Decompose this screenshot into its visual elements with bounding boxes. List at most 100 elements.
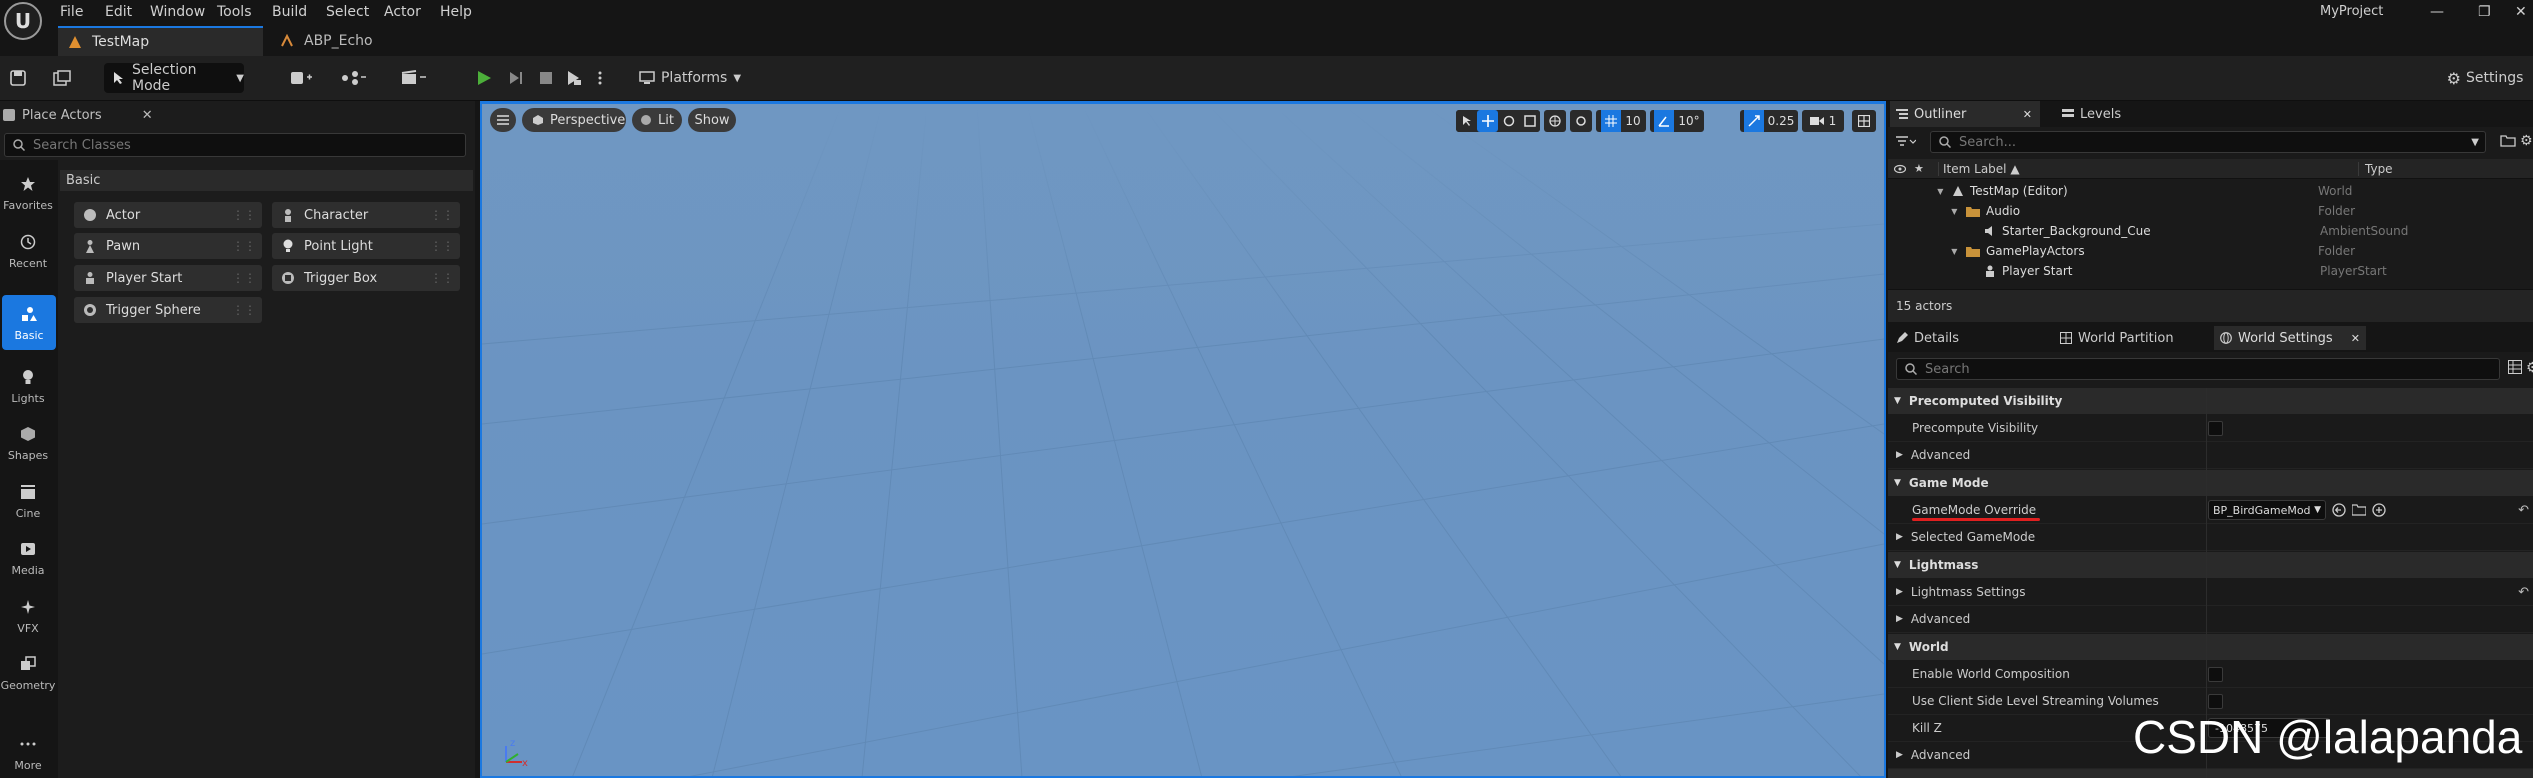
reset-to-default-icon[interactable]: ↶ bbox=[2518, 503, 2529, 518]
perspective-dropdown[interactable]: Perspective bbox=[522, 108, 626, 132]
actor-item-pawn[interactable]: Pawn ⋮⋮ bbox=[74, 233, 262, 259]
menu-file[interactable]: File bbox=[60, 2, 83, 22]
menu-build[interactable]: Build bbox=[272, 2, 307, 22]
menu-actor[interactable]: Actor bbox=[384, 2, 421, 22]
details-search-input[interactable]: Search bbox=[1896, 358, 2500, 380]
tree-row-player-start[interactable]: Player Start PlayerStart bbox=[1888, 261, 2533, 281]
minimize-button[interactable]: — bbox=[2430, 2, 2444, 22]
menu-edit[interactable]: Edit bbox=[105, 2, 132, 22]
browse-folder-icon[interactable] bbox=[2352, 504, 2366, 516]
category-shapes[interactable]: Shapes bbox=[0, 415, 56, 470]
tree-row-gameplayactors[interactable]: ▼ GamePlayActors Folder bbox=[1888, 241, 2533, 261]
actor-item-actor[interactable]: Actor ⋮⋮ bbox=[74, 202, 262, 228]
precompute-visibility-checkbox[interactable] bbox=[2208, 420, 2223, 436]
expand-arrow-icon[interactable]: ▼ bbox=[1888, 187, 1946, 196]
tab-world-settings[interactable]: World Settings ✕ bbox=[2214, 326, 2366, 350]
selection-mode-dropdown[interactable]: Selection Mode ▼ bbox=[104, 62, 244, 94]
category-more[interactable]: More bbox=[0, 728, 56, 778]
scale-tool-icon[interactable] bbox=[1519, 110, 1540, 132]
reset-to-default-icon[interactable]: ↶ bbox=[2518, 585, 2529, 600]
prop-advanced-lightmass[interactable]: ▶ Advanced bbox=[1888, 606, 2533, 633]
menu-select[interactable]: Select bbox=[326, 2, 369, 22]
drag-handle-icon[interactable]: ⋮⋮ bbox=[232, 303, 256, 317]
actor-item-trigger-sphere[interactable]: Trigger Sphere ⋮⋮ bbox=[74, 297, 262, 323]
section-lightmass[interactable]: ▼ Lightmass bbox=[1888, 552, 2533, 578]
enable-world-composition-checkbox[interactable] bbox=[2208, 666, 2223, 682]
close-icon[interactable]: ✕ bbox=[2351, 332, 2360, 345]
maximize-button[interactable]: ❐ bbox=[2478, 2, 2491, 22]
tab-world-partition[interactable]: World Partition bbox=[2054, 326, 2204, 350]
eject-button[interactable] bbox=[560, 63, 588, 93]
unreal-logo[interactable]: U bbox=[4, 2, 42, 40]
close-window-button[interactable]: ✕ bbox=[2515, 2, 2527, 22]
section-world[interactable]: ▼ World bbox=[1888, 634, 2533, 660]
viewport-menu-button[interactable] bbox=[490, 108, 516, 132]
category-vfx[interactable]: VFX bbox=[0, 588, 56, 643]
expand-arrow-icon[interactable]: ▼ bbox=[1888, 247, 1960, 256]
prop-advanced-visibility[interactable]: ▶ Advanced bbox=[1888, 442, 2533, 469]
category-basic[interactable]: Basic bbox=[2, 295, 56, 350]
actor-item-character[interactable]: Character ⋮⋮ bbox=[272, 202, 460, 228]
outliner-settings-gear-icon[interactable]: ⚙ bbox=[2520, 133, 2533, 149]
search-classes-input[interactable]: Search Classes bbox=[4, 133, 466, 157]
scale-snap-button[interactable]: 0.25 bbox=[1740, 110, 1798, 132]
tab-levels[interactable]: Levels bbox=[2056, 101, 2176, 127]
save-icon[interactable] bbox=[4, 63, 32, 93]
actor-item-player-start[interactable]: Player Start ⋮⋮ bbox=[74, 265, 262, 291]
section-game-mode[interactable]: ▼ Game Mode bbox=[1888, 470, 2533, 496]
drag-handle-icon[interactable]: ⋮⋮ bbox=[430, 239, 454, 253]
world-local-icon[interactable] bbox=[1544, 110, 1566, 132]
close-icon[interactable]: ✕ bbox=[142, 108, 153, 123]
prop-selected-gamemode[interactable]: ▶ Selected GameMode bbox=[1888, 524, 2533, 551]
gamemode-override-dropdown[interactable]: BP_BirdGameMod ▼ bbox=[2208, 500, 2326, 520]
tree-row-starter-background-cue[interactable]: Starter_Background_Cue AmbientSound bbox=[1888, 221, 2533, 241]
stop-button[interactable] bbox=[532, 63, 560, 93]
grid-snap-button[interactable]: 10 bbox=[1596, 110, 1646, 132]
translate-tool-icon[interactable] bbox=[1477, 110, 1498, 132]
cinematics-button[interactable] bbox=[394, 63, 434, 93]
add-plus-icon[interactable] bbox=[2372, 503, 2386, 517]
select-tool-icon[interactable] bbox=[1456, 110, 1477, 132]
viewport-layout-icon[interactable] bbox=[1852, 110, 1876, 132]
drag-handle-icon[interactable]: ⋮⋮ bbox=[232, 271, 256, 285]
column-type[interactable]: Type bbox=[2358, 161, 2393, 176]
details-settings-gear-icon[interactable]: ⚙ bbox=[2526, 360, 2533, 376]
drag-handle-icon[interactable]: ⋮⋮ bbox=[232, 239, 256, 253]
actor-item-point-light[interactable]: Point Light ⋮⋮ bbox=[272, 233, 460, 259]
category-favorites[interactable]: Favorites bbox=[0, 165, 56, 220]
outliner-search-input[interactable]: Search... ▼ bbox=[1930, 131, 2486, 153]
tree-row-audio[interactable]: ▼ Audio Folder bbox=[1888, 201, 2533, 221]
tree-row-testmap[interactable]: ▼ TestMap (Editor) World bbox=[1888, 181, 2533, 201]
menu-tools[interactable]: Tools bbox=[217, 2, 252, 22]
expand-arrow-icon[interactable]: ▼ bbox=[1888, 207, 1960, 216]
browse-arrow-icon[interactable] bbox=[2332, 503, 2346, 517]
section-precomputed-visibility[interactable]: ▼ Precomputed Visibility bbox=[1888, 388, 2533, 414]
category-geometry[interactable]: Geometry bbox=[0, 645, 56, 700]
category-media[interactable]: Media bbox=[0, 530, 56, 585]
platforms-dropdown[interactable]: Platforms ▼ bbox=[639, 63, 741, 93]
tab-testmap[interactable]: TestMap bbox=[58, 26, 263, 56]
show-dropdown[interactable]: Show bbox=[688, 108, 736, 132]
rotate-tool-icon[interactable] bbox=[1498, 110, 1519, 132]
actor-item-trigger-box[interactable]: Trigger Box ⋮⋮ bbox=[272, 265, 460, 291]
add-folder-icon[interactable] bbox=[2500, 133, 2516, 147]
content-browser-icon[interactable] bbox=[48, 63, 76, 93]
surface-snap-icon[interactable] bbox=[1570, 110, 1592, 132]
place-actors-tab[interactable]: Place Actors ✕ bbox=[2, 104, 153, 126]
drag-handle-icon[interactable]: ⋮⋮ bbox=[430, 271, 454, 285]
camera-speed-button[interactable]: 1 bbox=[1802, 110, 1844, 132]
close-icon[interactable]: ✕ bbox=[2023, 108, 2032, 121]
star-icon[interactable]: ★ bbox=[1914, 162, 1938, 175]
category-lights[interactable]: Lights bbox=[0, 358, 56, 413]
category-recent[interactable]: Recent bbox=[0, 223, 56, 278]
category-cine[interactable]: Cine bbox=[0, 473, 56, 528]
menu-window[interactable]: Window bbox=[150, 2, 205, 22]
blueprint-button[interactable] bbox=[334, 63, 374, 93]
outliner-filter-icon[interactable] bbox=[1896, 131, 1926, 153]
client-side-streaming-checkbox[interactable] bbox=[2208, 693, 2223, 709]
play-button[interactable] bbox=[470, 63, 498, 93]
eye-icon[interactable] bbox=[1894, 164, 1912, 174]
play-options-icon[interactable] bbox=[592, 63, 608, 93]
add-actor-button[interactable] bbox=[282, 63, 322, 93]
column-item-label[interactable]: Item Label ▲ bbox=[1938, 161, 2358, 176]
